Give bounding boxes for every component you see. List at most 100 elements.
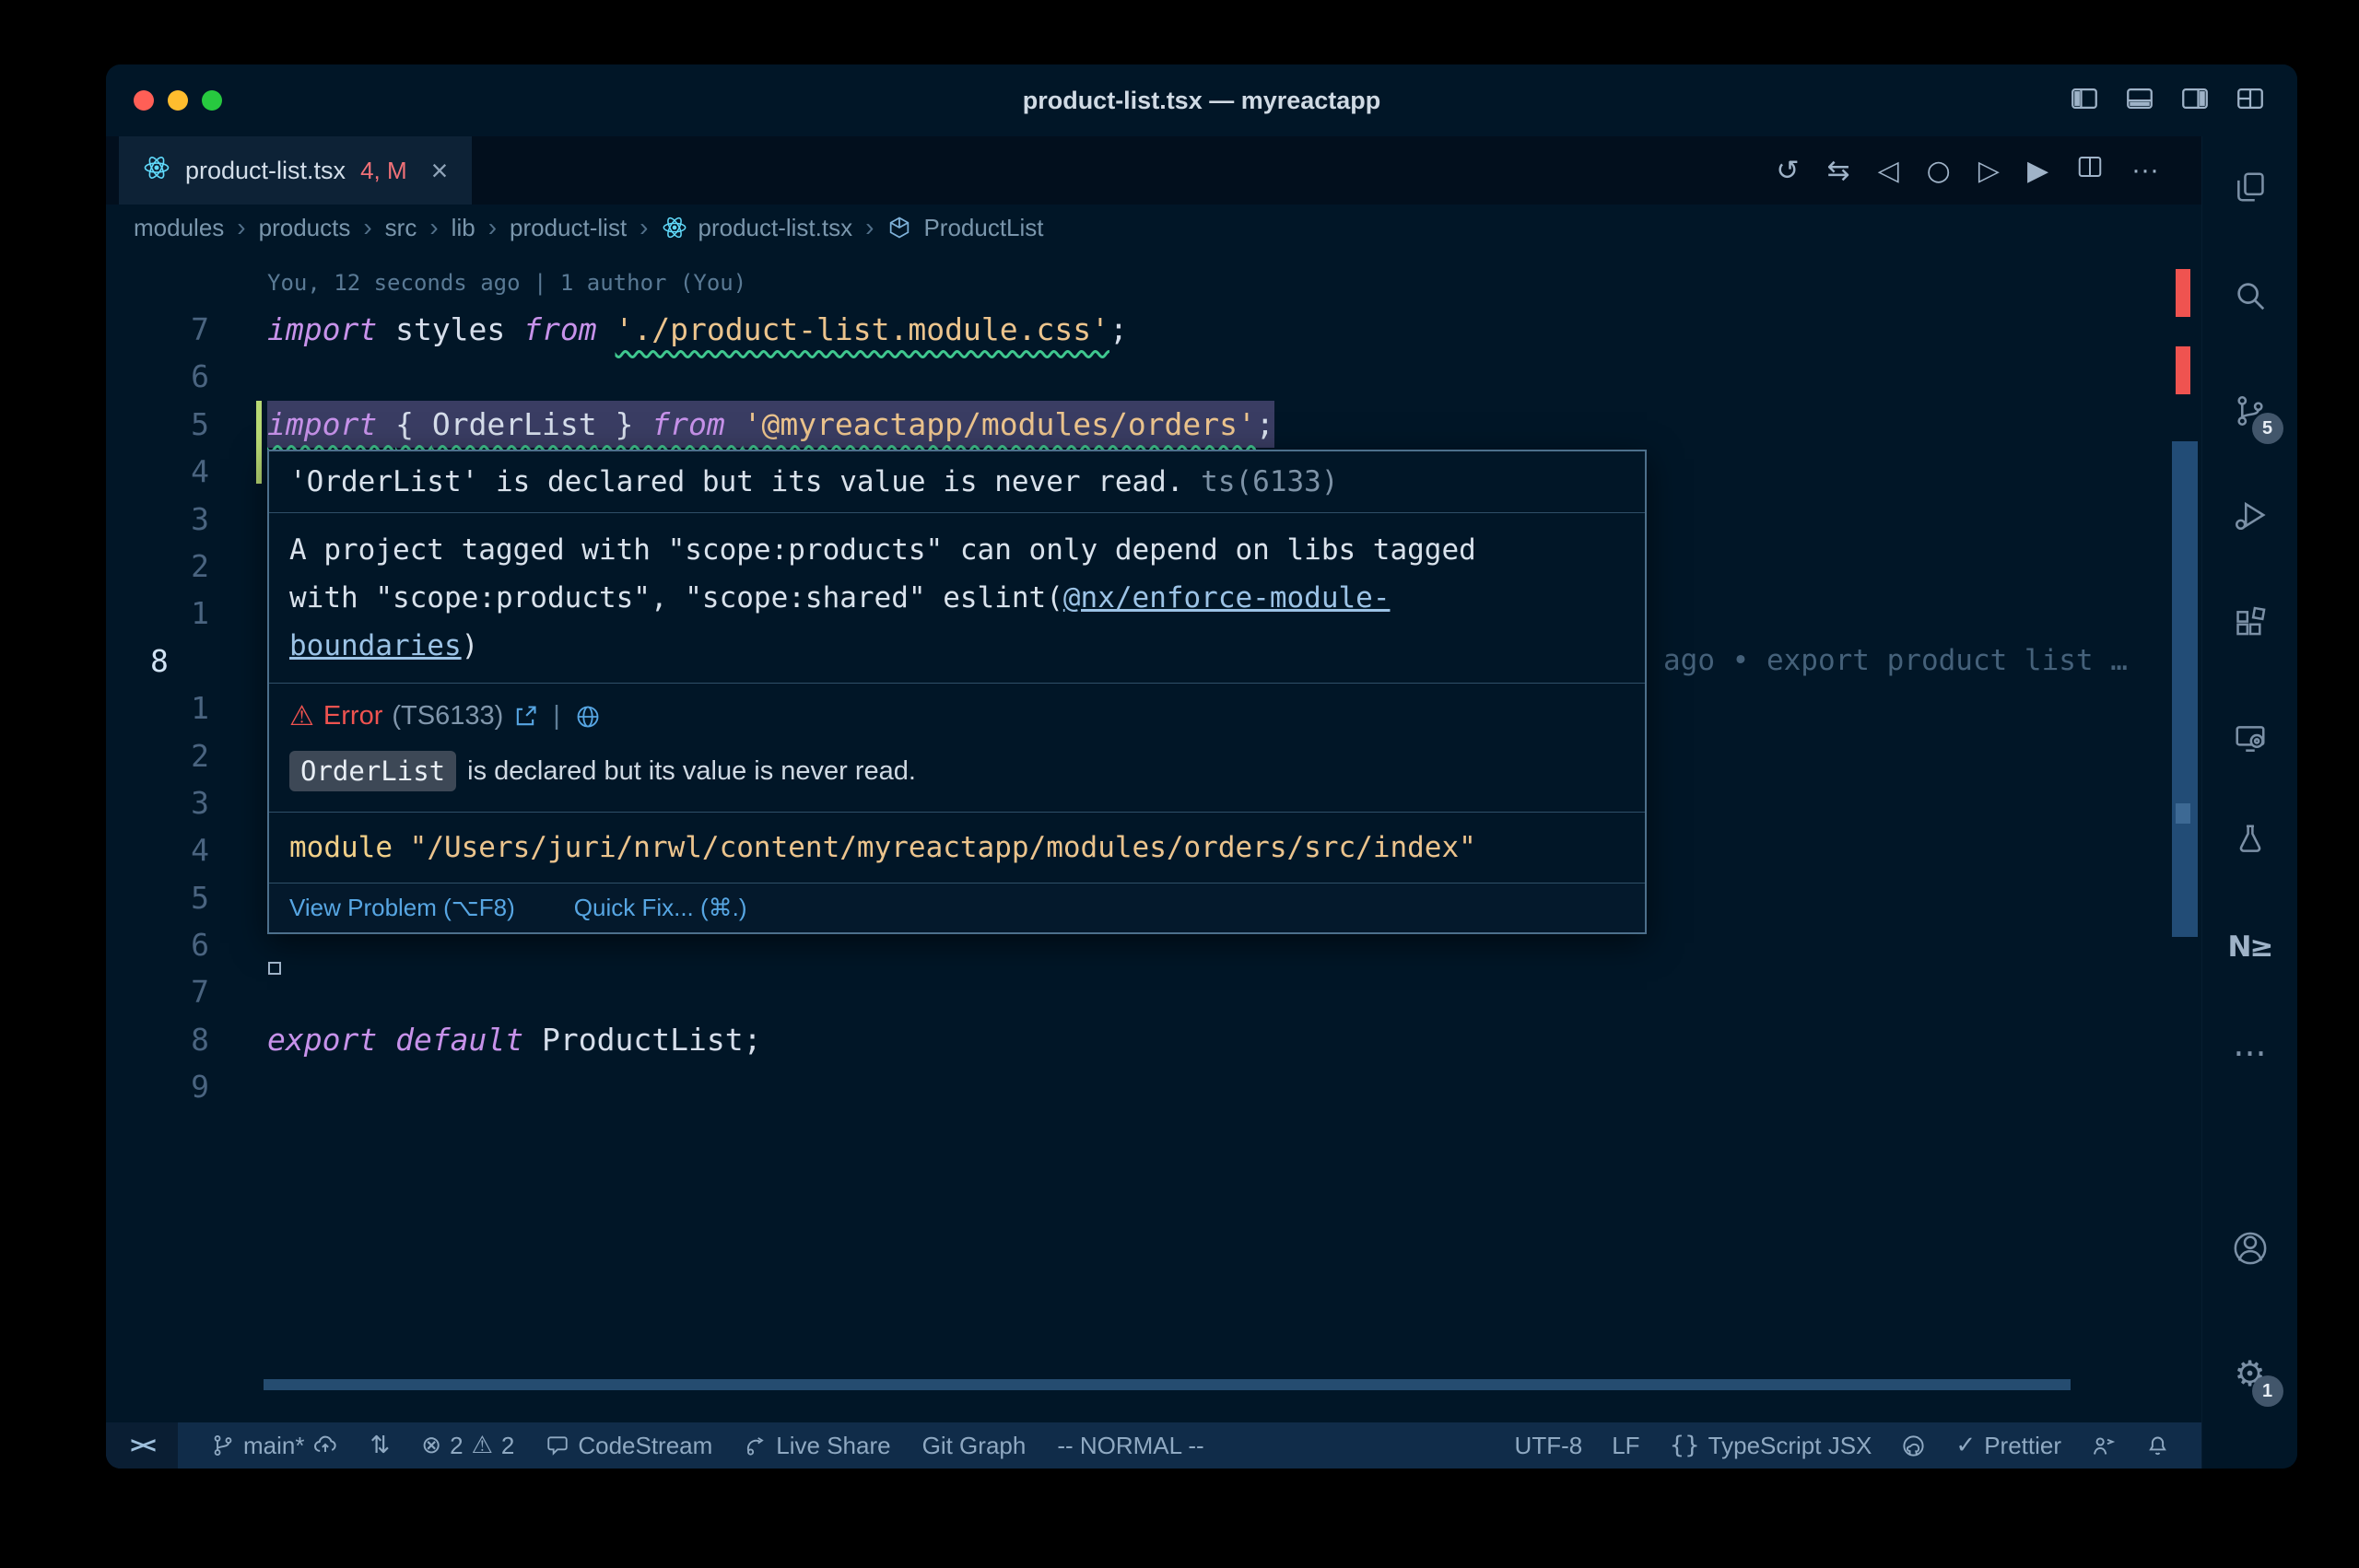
tab-close-icon[interactable]: × — [431, 154, 449, 188]
settings-badge: 1 — [2252, 1375, 2283, 1407]
source-control-item[interactable]: 5 — [2224, 385, 2276, 437]
toggle-sidebar-left-icon[interactable] — [2069, 83, 2100, 114]
hover-footer: View Problem (⌥F8) Quick Fix... (⌘.) — [269, 883, 1645, 932]
vertical-scrollbar-thumb[interactable] — [2172, 441, 2198, 937]
line-number: 2 — [106, 543, 209, 590]
title-bar[interactable]: product-list.tsx — myreactapp — [106, 64, 2297, 136]
search-item[interactable] — [2224, 270, 2276, 322]
eslint-rule-link[interactable]: @nx/enforce-module- — [1063, 581, 1391, 614]
prettier-label: Prettier — [1984, 1432, 2061, 1460]
notifications-item[interactable] — [2145, 1433, 2170, 1458]
tab-product-list[interactable]: product-list.tsx 4, M × — [119, 136, 472, 205]
more-views-item[interactable]: ··· — [2224, 1028, 2276, 1080]
nx-console-item[interactable]: N≥ — [2224, 921, 2276, 973]
breadcrumb-item-file[interactable]: product-list.tsx — [698, 214, 853, 242]
horizontal-scrollbar-thumb[interactable] — [264, 1379, 2071, 1390]
eslint-rule-link[interactable]: boundaries — [289, 629, 462, 662]
quick-fix-link[interactable]: Quick Fix... (⌘.) — [574, 894, 747, 922]
timeline-history-icon[interactable]: ↺ — [1776, 155, 1799, 187]
view-problem-link[interactable]: View Problem (⌥F8) — [289, 894, 515, 922]
toggle-panel-bottom-icon[interactable] — [2124, 83, 2155, 114]
code-line[interactable]: 8export default ProductList; — [106, 1016, 2170, 1063]
customize-layout-icon[interactable] — [2235, 83, 2266, 114]
status-bar-right: UTF-8 LF {} TypeScript JSX ✓ — [1515, 1432, 2201, 1460]
encoding-item[interactable]: UTF-8 — [1515, 1432, 1583, 1460]
code-line[interactable]: 7import styles from './product-list.modu… — [106, 306, 2170, 353]
code-line[interactable]: 7 — [106, 968, 2170, 1015]
breadcrumb-item-src[interactable]: src — [385, 214, 417, 242]
popup-resize-handle[interactable] — [268, 962, 281, 975]
globe-icon[interactable] — [575, 704, 601, 730]
run-file-icon[interactable]: ▶ — [2027, 155, 2048, 187]
window-body: product-list.tsx 4, M × ↺ ⇆ ◁ ○ ▷ ▶ — [106, 136, 2297, 1469]
error-decoration — [2176, 269, 2190, 317]
live-share-item[interactable]: Live Share — [744, 1432, 890, 1460]
language-mode-item[interactable]: {} TypeScript JSX — [1670, 1432, 1872, 1460]
breadcrumb-item-lib[interactable]: lib — [452, 214, 475, 242]
compare-changes-icon[interactable]: ⇆ — [1826, 155, 1849, 187]
current-change-icon[interactable]: ○ — [1927, 155, 1951, 187]
account-item[interactable] — [2224, 1223, 2276, 1274]
tab-problem-badge: 4, M — [360, 157, 407, 185]
code-editor[interactable]: You, 12 seconds ago | 1 author (You) 7im… — [106, 251, 2201, 1422]
run-debug-item[interactable] — [2224, 489, 2276, 541]
hover-error-detail: OrderList is declared but its value is n… — [269, 736, 1645, 813]
desktop-background: product-list.tsx — myreactapp — [0, 0, 2359, 1568]
breadcrumb-item-products[interactable]: products — [259, 214, 351, 242]
status-bar-left: >< main* ⇅ — [106, 1422, 1204, 1469]
open-external-icon[interactable] — [512, 704, 538, 730]
line-number: 3 — [106, 496, 209, 543]
chevron-right-icon: › — [428, 213, 440, 242]
layout-controls — [2069, 83, 2266, 114]
code-token: './product-list.module.css' — [616, 311, 1109, 347]
diagnostic-text: 'OrderList' is declared but its value is… — [289, 465, 1201, 498]
eol-item[interactable]: LF — [1612, 1432, 1639, 1460]
beaker-icon — [2233, 822, 2268, 857]
editor-actions: ↺ ⇆ ◁ ○ ▷ ▶ ··· — [1776, 136, 2201, 205]
line-number: 5 — [106, 874, 209, 921]
testing-item[interactable] — [2224, 813, 2276, 865]
status-bar: >< main* ⇅ — [106, 1422, 2201, 1469]
code-token: } — [597, 406, 652, 442]
gitlens-blame-header[interactable]: You, 12 seconds ago | 1 author (You) — [106, 260, 2170, 306]
explorer-item[interactable] — [2224, 161, 2276, 213]
breadcrumb-item-product-list[interactable]: product-list — [510, 214, 627, 242]
code-token: ProductList — [542, 1022, 744, 1058]
breadcrumb-item-symbol[interactable]: ProductList — [923, 214, 1043, 242]
next-change-icon[interactable]: ▷ — [1978, 155, 2000, 187]
remote-indicator[interactable]: >< — [106, 1422, 178, 1469]
settings-item[interactable]: ⚙ 1 — [2224, 1348, 2276, 1399]
hover-diagnostic: 'OrderList' is declared but its value is… — [269, 451, 1645, 513]
previous-change-icon[interactable]: ◁ — [1878, 155, 1899, 187]
git-branch-item[interactable]: main* — [211, 1432, 338, 1460]
code-token: ; — [1256, 406, 1274, 442]
github-item[interactable] — [1901, 1433, 1926, 1458]
problems-item[interactable]: ⊗ 2 ⚠ 2 — [421, 1432, 514, 1460]
git-modified-gutter-bar — [256, 401, 262, 484]
feedback-item[interactable] — [2091, 1433, 2116, 1458]
editor-column: product-list.tsx 4, M × ↺ ⇆ ◁ ○ ▷ ▶ — [106, 136, 2201, 1469]
extensions-item[interactable] — [2224, 598, 2276, 649]
react-file-icon — [662, 215, 687, 240]
toggle-sidebar-right-icon[interactable] — [2179, 83, 2211, 114]
vim-mode-item[interactable]: -- NORMAL -- — [1057, 1432, 1203, 1460]
prettier-item[interactable]: ✓ Prettier — [1955, 1432, 2061, 1460]
code-text: import { OrderList } from '@myreactapp/m… — [267, 401, 1274, 448]
overview-ruler[interactable] — [2170, 251, 2201, 1422]
code-line[interactable]: 9 — [106, 1063, 2170, 1110]
more-actions-icon[interactable]: ··· — [2131, 155, 2159, 186]
split-editor-icon[interactable] — [2076, 153, 2104, 188]
git-graph-item[interactable]: Git Graph — [922, 1432, 1027, 1460]
chevron-right-icon: › — [638, 213, 650, 242]
codestream-item[interactable]: CodeStream — [546, 1432, 712, 1460]
code-line[interactable]: 5import { OrderList } from '@myreactapp/… — [106, 401, 2170, 448]
code-token: styles — [395, 311, 523, 347]
warnings-icon: ⚠ — [472, 1432, 493, 1459]
remote-explorer-item[interactable] — [2224, 713, 2276, 765]
breadcrumb-item-modules[interactable]: modules — [134, 214, 224, 242]
vscode-window: product-list.tsx — myreactapp — [106, 64, 2297, 1469]
code-token: import — [267, 311, 395, 347]
code-line[interactable]: 6 — [106, 353, 2170, 400]
symbol-cube-icon — [886, 215, 912, 240]
compare-arrows-item[interactable]: ⇅ — [370, 1432, 390, 1459]
